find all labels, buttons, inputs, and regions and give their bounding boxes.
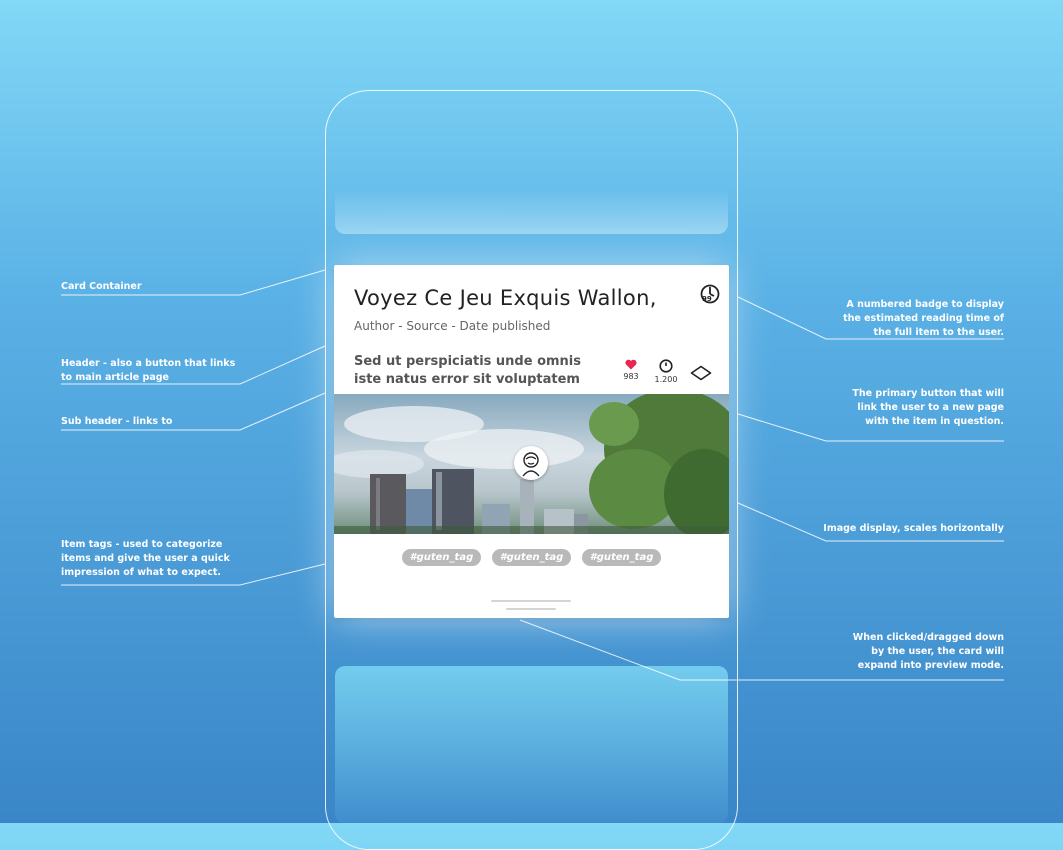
card-header[interactable]: Voyez Ce Jeu Exquis Wallon, [354,286,657,310]
avatar-icon [522,452,540,477]
annotation-reading-badge: A numbered badge to display the estimate… [843,299,1004,338]
tag-item[interactable]: #guten_tag [581,549,662,566]
tag-item[interactable]: #guten_tag [491,549,572,566]
like-stat[interactable]: 983 [621,359,641,381]
annotation-primary-button: The primary button that will link the us… [852,388,1004,427]
heart-icon [625,359,637,370]
reading-time-badge: 99 [699,283,721,305]
diamond-button-icon [690,365,712,381]
avatar[interactable] [514,446,548,480]
annotation-sub-header: Sub header - links to [61,416,173,427]
views-count: 1.200 [654,375,678,384]
drag-handle-secondary[interactable] [506,608,556,610]
primary-open-button[interactable] [690,365,712,381]
previous-card-ghost[interactable] [335,190,728,234]
reading-time-value: 99 [702,295,712,303]
card-container[interactable]: Voyez Ce Jeu Exquis Wallon, 99 Author - … [334,265,729,618]
card-subheader[interactable]: Author - Source - Date published [354,319,550,333]
card-description: Sed ut perspiciatis unde omnis iste natu… [354,354,581,387]
drag-handle[interactable] [491,600,571,602]
annotation-item-tags: Item tags - used to categorize items and… [61,539,230,578]
card-image [334,394,729,534]
clock-icon [659,359,673,373]
tag-list: #guten_tag #guten_tag #guten_tag [334,547,729,566]
annotation-image-display: Image display, scales horizontally [823,523,1004,534]
tag-item[interactable]: #guten_tag [401,549,482,566]
like-count: 983 [623,372,639,381]
views-stat: 1.200 [652,359,680,384]
annotation-expand: When clicked/dragged down by the user, t… [852,632,1004,671]
next-card-ghost[interactable] [335,666,728,823]
annotation-header: Header - also a button that links to mai… [61,358,236,383]
annotation-card-container: Card Container [61,281,142,292]
